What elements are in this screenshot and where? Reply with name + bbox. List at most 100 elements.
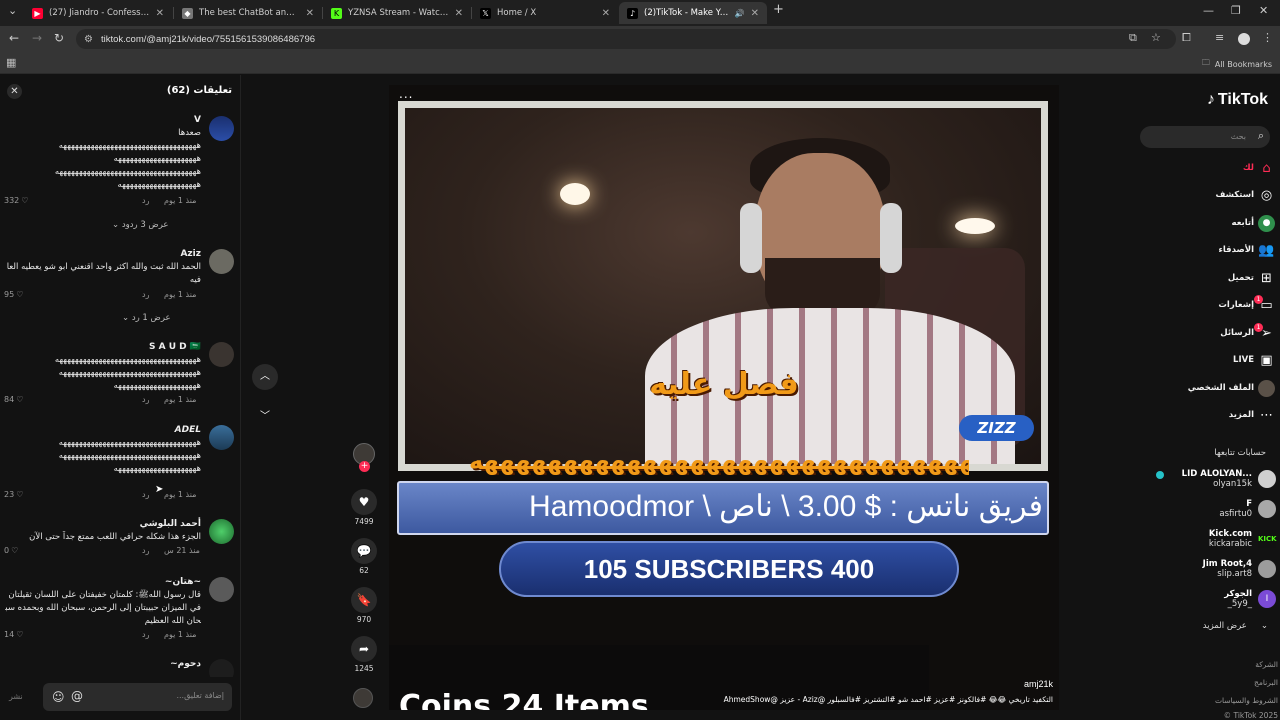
comment-like-button[interactable]: 84 ♡ xyxy=(4,395,23,404)
following-account[interactable]: Jim Root,4 slip.art8 xyxy=(1140,558,1280,584)
follow-button[interactable]: + xyxy=(359,461,370,472)
mention-icon[interactable]: @ xyxy=(71,689,83,703)
heart-icon: ♡ xyxy=(16,290,24,299)
browser-tab-x[interactable]: 𝕏 Home / X ✕ xyxy=(472,2,618,24)
comment-button[interactable]: 💬 xyxy=(351,538,377,564)
avatar[interactable] xyxy=(209,249,234,274)
site-info-icon[interactable]: ⚙ xyxy=(84,34,93,45)
new-tab-button[interactable]: + xyxy=(773,2,784,17)
close-comments-button[interactable]: ✕ xyxy=(7,84,22,99)
next-video-button[interactable]: ﹀ xyxy=(252,404,278,430)
install-icon[interactable]: ⧉ xyxy=(1129,31,1137,45)
close-tab-icon[interactable]: ✕ xyxy=(602,8,610,19)
extensions-icon[interactable]: ⧠ xyxy=(1182,31,1191,45)
close-tab-icon[interactable]: ✕ xyxy=(455,8,463,19)
nav-profile[interactable]: الملف الشخصي xyxy=(1140,378,1280,400)
nav-live[interactable]: ▣ LIVE xyxy=(1140,350,1280,372)
following-account[interactable]: I الجوكر _5y9_ xyxy=(1140,588,1280,614)
close-tab-icon[interactable]: ✕ xyxy=(156,8,164,19)
video-author[interactable]: amj21k xyxy=(1024,679,1053,689)
browser-tab-kick[interactable]: K YZNSA Stream - Watch Live on ✕ xyxy=(323,2,471,24)
menu-icon[interactable]: ⋮ xyxy=(1262,31,1273,44)
comment-like-button[interactable]: 14 ♡ xyxy=(4,630,23,639)
nav-for-you[interactable]: ⌂ لك xyxy=(1140,158,1280,180)
avatar[interactable] xyxy=(209,659,234,677)
save-button[interactable]: 🔖 xyxy=(351,587,377,613)
browser-tab-chatbot[interactable]: ◆ The best ChatBot and Widgets ✕ xyxy=(174,2,322,24)
see-more-button[interactable]: ⌄ عرض المزيد xyxy=(1203,621,1268,631)
view-replies-button[interactable]: عرض 1 رد ⌄ xyxy=(122,313,171,323)
comment-time: منذ 1 يوم xyxy=(164,395,197,404)
apps-icon[interactable]: ▦ xyxy=(6,56,16,69)
browser-tab-youtube[interactable]: ▶ (27) Jiandro - Confess your love ✕ xyxy=(24,2,172,24)
footer-link[interactable]: البرنامج xyxy=(1254,678,1278,687)
tiktok-logo[interactable]: ♪ TikTok xyxy=(1207,91,1268,109)
media-icon[interactable]: ≡ xyxy=(1215,31,1224,44)
profile-avatar-icon[interactable] xyxy=(1238,33,1250,45)
comment-like-button[interactable]: 0 ♡ xyxy=(4,546,18,555)
video-description[interactable]: التكفيد تاريخي 😂😂 #فالكونز #عزيز #احمد ش… xyxy=(724,695,1053,704)
following-account[interactable]: KICK Kick.com kickarabic xyxy=(1140,528,1280,554)
comment-author[interactable]: V xyxy=(194,115,201,125)
back-icon[interactable]: ← xyxy=(9,31,19,45)
comment-like-button[interactable]: 332 ♡ xyxy=(4,196,28,205)
comment-author[interactable]: ADEL xyxy=(175,425,201,435)
close-tab-icon[interactable]: ✕ xyxy=(306,8,314,19)
maximize-icon[interactable]: ❐ xyxy=(1231,4,1241,17)
comment-input[interactable]: ☺ @ إضافة تعليق... xyxy=(43,683,232,711)
comment-author[interactable]: أحمد البلوشي xyxy=(140,519,201,529)
close-tab-icon[interactable]: ✕ xyxy=(751,8,759,19)
avatar[interactable] xyxy=(209,342,234,367)
comment-like-button[interactable]: 95 ♡ xyxy=(4,290,23,299)
browser-tab-tiktok[interactable]: ♪ (2)TikTok - Make Your Day 🔊 ✕ xyxy=(619,2,767,24)
footer-link[interactable]: الشروط والسياسات xyxy=(1215,696,1278,705)
tab-search-icon[interactable]: ⌄ xyxy=(8,4,17,17)
speaker-icon[interactable]: 🔊 xyxy=(735,9,745,18)
footer-link[interactable]: الشركة xyxy=(1255,660,1278,669)
search-input[interactable]: بحث ⌕ xyxy=(1140,126,1270,148)
avatar[interactable] xyxy=(209,116,234,141)
nav-more[interactable]: ⋯ المزيد xyxy=(1140,405,1280,427)
reply-button[interactable]: رد xyxy=(142,196,149,205)
forward-icon[interactable]: → xyxy=(32,31,42,45)
more-options-button[interactable]: ... xyxy=(399,87,413,101)
close-window-icon[interactable]: ✕ xyxy=(1259,4,1268,17)
avatar[interactable] xyxy=(209,577,234,602)
avatar[interactable] xyxy=(209,425,234,450)
nav-following[interactable]: ● أتابعه xyxy=(1140,213,1280,235)
previous-video-button[interactable]: ︿ xyxy=(252,364,278,390)
reply-button[interactable]: رد xyxy=(142,490,149,499)
comment-author[interactable]: Aziz xyxy=(180,249,201,259)
home-icon: ⌂ xyxy=(1262,161,1271,176)
like-button[interactable]: ♥ xyxy=(351,489,377,515)
all-bookmarks-button[interactable]: 🗀 All Bookmarks xyxy=(1202,57,1272,71)
reply-button[interactable]: رد xyxy=(142,290,149,299)
minimize-icon[interactable]: — xyxy=(1203,4,1214,17)
nav-explore[interactable]: ◎ استكشف xyxy=(1140,185,1280,207)
following-account[interactable]: F asfirtu0 xyxy=(1140,498,1280,524)
music-disc-icon[interactable] xyxy=(353,688,373,708)
reply-button[interactable]: رد xyxy=(142,546,149,555)
following-account[interactable]: LID ALOLYAN... olyan15k xyxy=(1140,468,1280,494)
reload-icon[interactable]: ↻ xyxy=(54,31,64,45)
search-icon[interactable]: ⌕ xyxy=(1258,129,1264,143)
share-button[interactable]: ➦ xyxy=(351,636,377,662)
bookmark-star-icon[interactable]: ☆ xyxy=(1151,31,1161,44)
avatar[interactable] xyxy=(209,519,234,544)
comment-like-button[interactable]: 23 ♡ xyxy=(4,490,23,499)
nav-upload[interactable]: ⊞ تحميل xyxy=(1140,268,1280,290)
view-replies-button[interactable]: عرض 3 ردود ⌄ xyxy=(112,220,168,230)
avatar xyxy=(1258,500,1276,518)
video-player[interactable]: ... ZIZZ فصل عليه هههههههههههههههههههههه… xyxy=(389,85,1059,710)
url-field[interactable]: ⚙ tiktok.com/@amj21k/video/7551561539086… xyxy=(76,29,1176,49)
comment-author[interactable]: S A U D 🇸🇦 xyxy=(149,342,201,352)
nav-friends[interactable]: 👥 الأصدقاء xyxy=(1140,240,1280,262)
post-button[interactable]: نشر xyxy=(9,692,23,701)
comment-author[interactable]: ~هتان~ xyxy=(165,577,201,587)
emoji-icon[interactable]: ☺ xyxy=(52,690,65,704)
reply-button[interactable]: رد xyxy=(142,395,149,404)
reply-button[interactable]: رد xyxy=(142,630,149,639)
nav-messages[interactable]: ➢ 1 الرسائل xyxy=(1140,323,1280,345)
comment-author[interactable]: ~دحوم xyxy=(170,659,201,669)
nav-notifications[interactable]: ▭ 1 إشعارات xyxy=(1140,295,1280,317)
